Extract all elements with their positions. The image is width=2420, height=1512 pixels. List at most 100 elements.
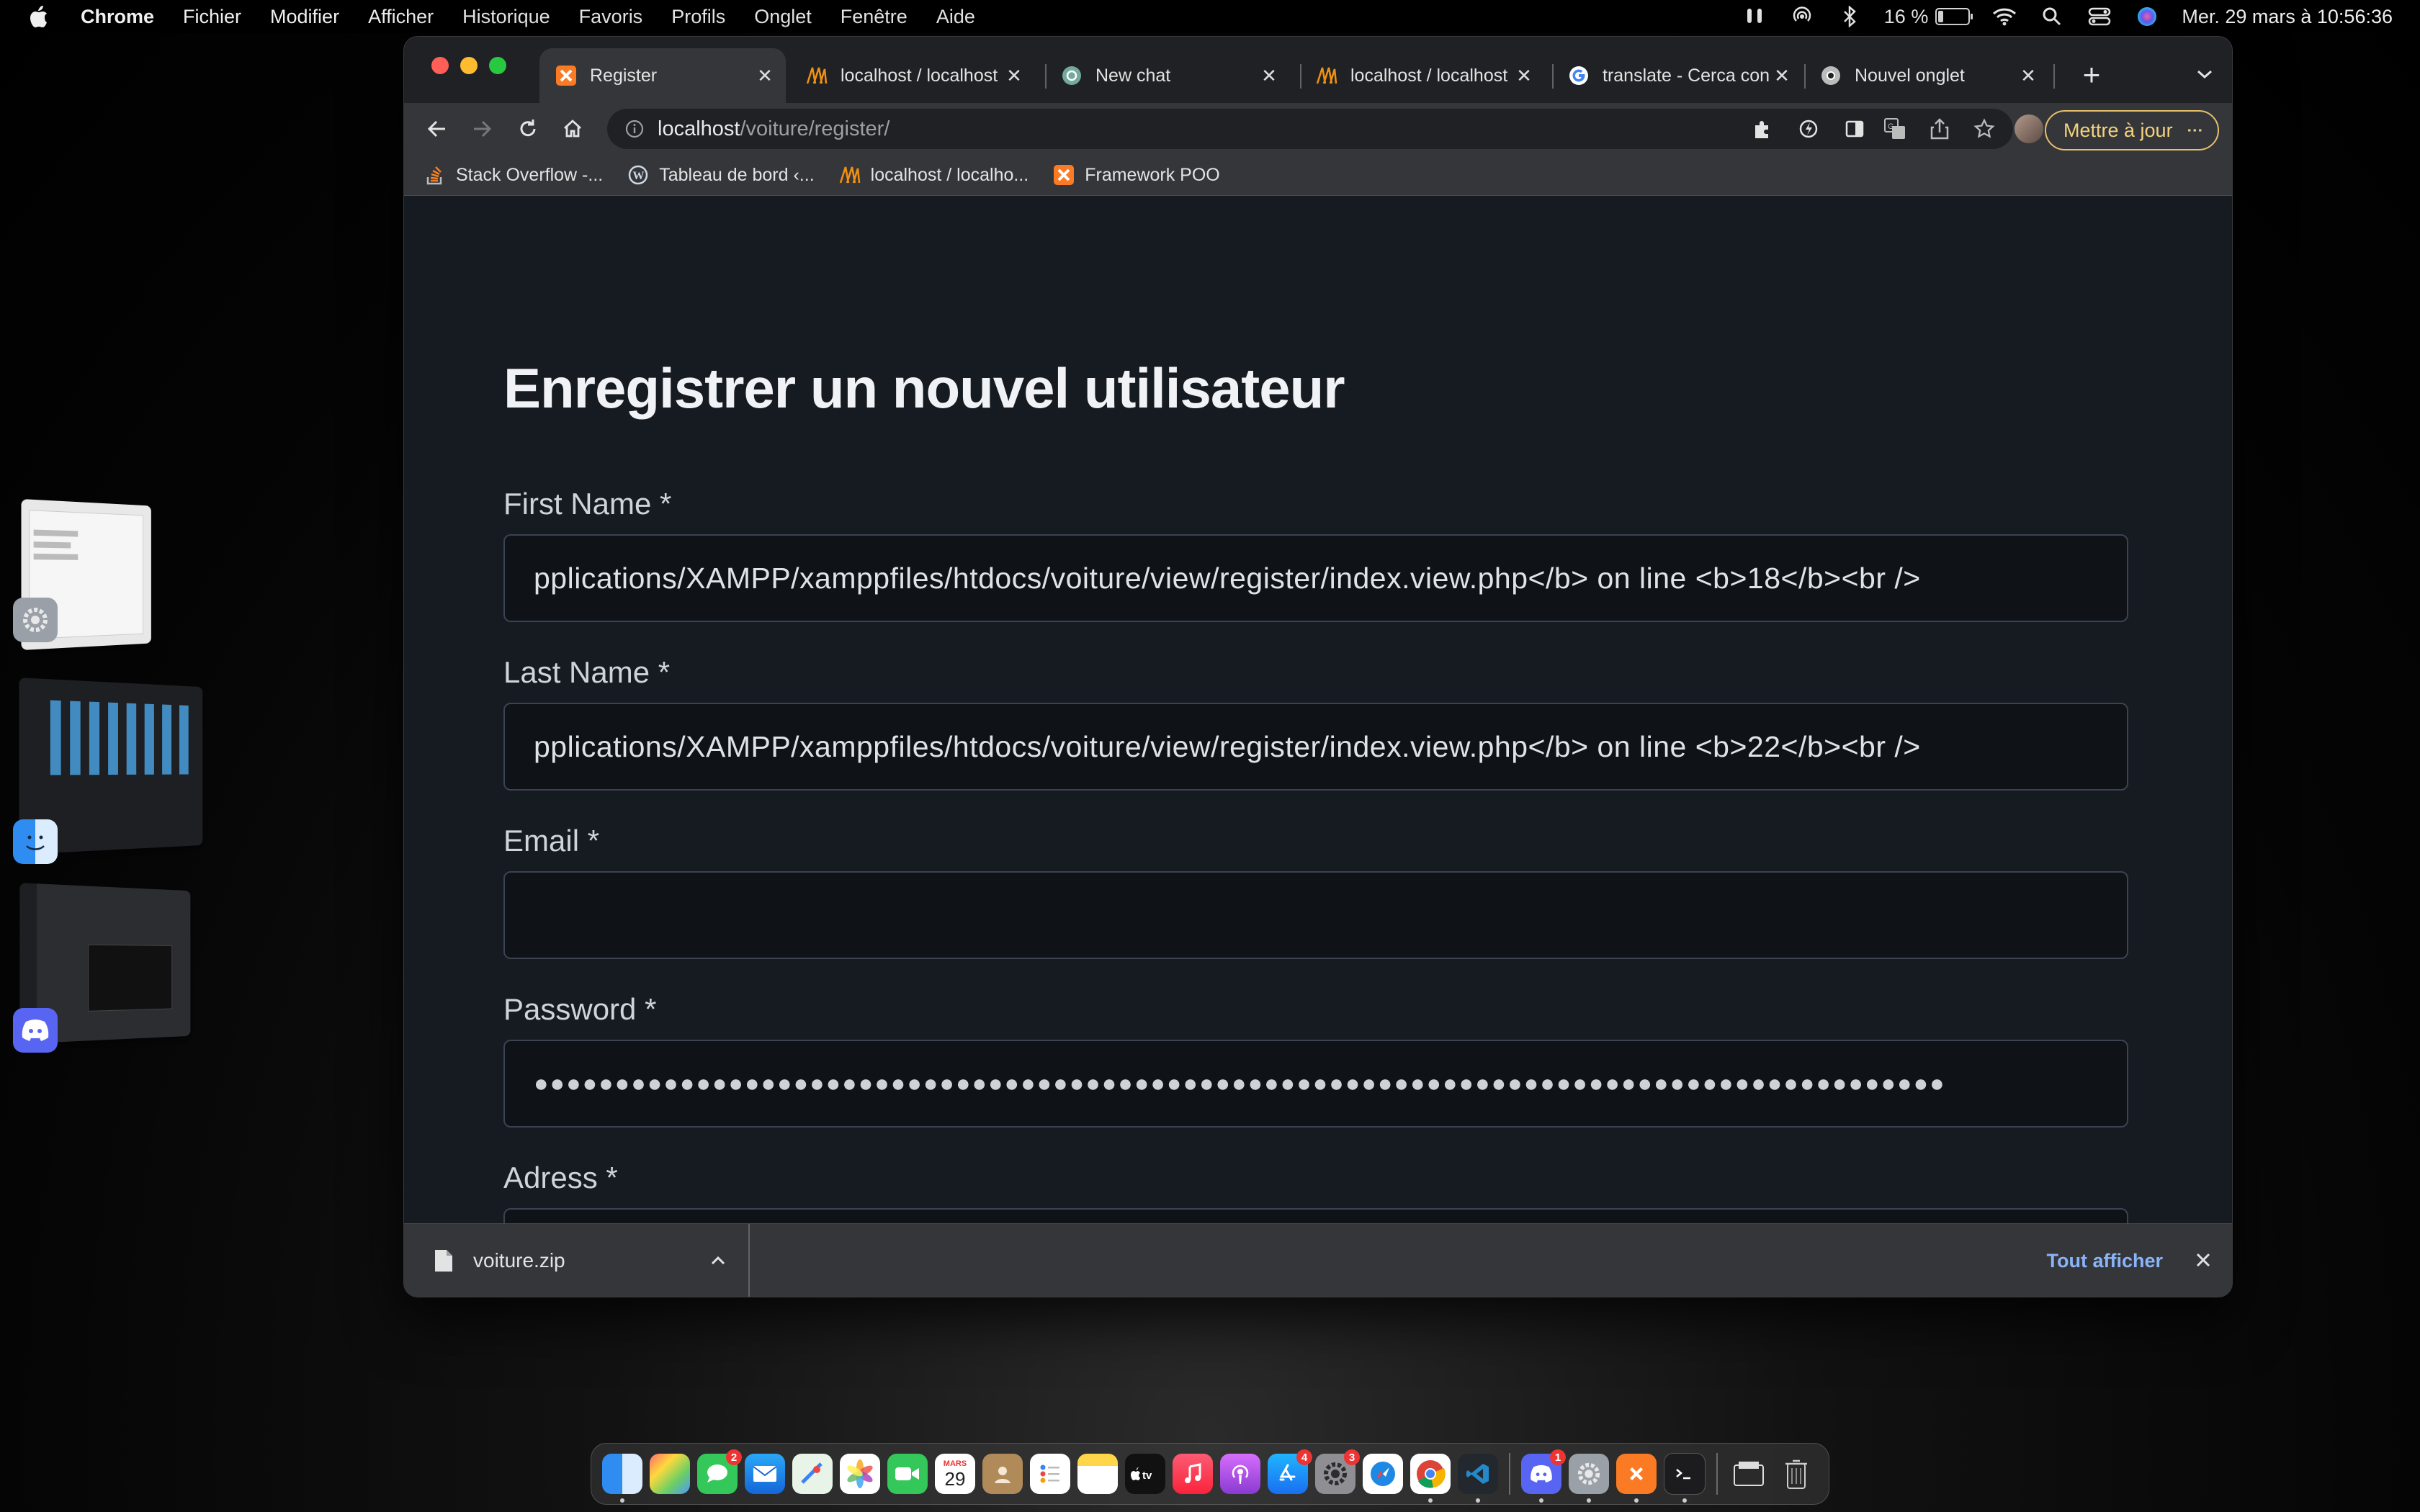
profile-avatar[interactable]	[2015, 114, 2043, 143]
close-window-button[interactable]	[431, 57, 449, 74]
tab-close-icon[interactable]: ✕	[1771, 65, 1793, 86]
menu-profils[interactable]: Profils	[671, 6, 725, 28]
calendar-dock-icon[interactable]: MARS 29	[935, 1454, 975, 1494]
bookmark-wordpress[interactable]: W Tableau de bord ‹...	[627, 164, 814, 186]
facetime-dock-icon[interactable]	[887, 1454, 928, 1494]
svg-text:tv: tv	[1142, 1470, 1152, 1482]
menu-onglet[interactable]: Onglet	[754, 6, 812, 28]
app-store-dock-icon[interactable]: 4	[1268, 1454, 1308, 1494]
site-info-icon[interactable]	[623, 117, 646, 140]
airpods-icon[interactable]	[1742, 6, 1767, 27]
tab-label: localhost / localhost	[841, 66, 1003, 86]
tab-new-chat[interactable]: New chat ✕	[1045, 48, 1290, 103]
page-viewport: Enregistrer un nouvel utilisateur First …	[404, 196, 2232, 1256]
spotlight-search-icon[interactable]	[2039, 6, 2065, 27]
maps-dock-icon[interactable]	[792, 1454, 833, 1494]
downloads-folder-dock-icon[interactable]	[1729, 1454, 1769, 1494]
control-center-icon[interactable]	[2087, 6, 2112, 27]
chrome-menu-icon[interactable]: ⋮	[2186, 122, 2205, 138]
address-label: Adress *	[503, 1161, 618, 1195]
system-settings-app-icon	[13, 598, 58, 642]
tab-phpmyadmin-2[interactable]: localhost / localhost ✕	[1300, 48, 1545, 103]
share-icon[interactable]	[1925, 114, 1954, 143]
xampp-dock-icon[interactable]	[1616, 1454, 1657, 1494]
finder-dock-icon[interactable]	[602, 1454, 642, 1494]
chrome-dock-icon[interactable]	[1410, 1454, 1451, 1494]
zoom-window-button[interactable]	[489, 57, 506, 74]
home-button[interactable]	[555, 112, 590, 146]
menu-fichier[interactable]: Fichier	[183, 6, 241, 28]
reminders-dock-icon[interactable]	[1030, 1454, 1070, 1494]
update-chrome-button[interactable]: Mettre à jour ⋮	[2045, 110, 2219, 150]
menu-historique[interactable]: Historique	[462, 6, 550, 28]
notes-dock-icon[interactable]	[1077, 1454, 1118, 1494]
menu-fenetre[interactable]: Fenêtre	[841, 6, 908, 28]
battery-indicator[interactable]: 16 %	[1884, 6, 1971, 28]
performance-icon[interactable]	[1791, 112, 1826, 146]
safari-dock-icon[interactable]	[1363, 1454, 1403, 1494]
wifi-icon[interactable]	[1991, 6, 2017, 27]
first-name-input[interactable]: pplications/XAMPP/xamppfiles/htdocs/voit…	[503, 534, 2128, 622]
vscode-dock-icon[interactable]	[1458, 1454, 1498, 1494]
menu-favoris[interactable]: Favoris	[579, 6, 643, 28]
menu-bar: Chrome Fichier Modifier Afficher Histori…	[0, 0, 2420, 33]
menu-modifier[interactable]: Modifier	[270, 6, 339, 28]
launchpad-dock-icon[interactable]	[650, 1454, 690, 1494]
tab-google-translate[interactable]: translate - Cerca con ✕	[1552, 48, 1803, 103]
tab-close-icon[interactable]: ✕	[1003, 65, 1025, 86]
bookmark-framework-poo[interactable]: Framework POO	[1053, 164, 1220, 186]
chevron-up-icon[interactable]	[705, 1248, 731, 1274]
photos-dock-icon[interactable]	[840, 1454, 880, 1494]
minimize-window-button[interactable]	[460, 57, 478, 74]
settings-badge: 3	[1344, 1449, 1360, 1465]
side-panel-icon[interactable]	[1837, 112, 1872, 146]
tab-phpmyadmin-1[interactable]: localhost / localhost ✕	[790, 48, 1035, 103]
tab-close-icon[interactable]: ✕	[2017, 65, 2039, 86]
tab-close-icon[interactable]: ✕	[1258, 65, 1280, 86]
menu-afficher[interactable]: Afficher	[368, 6, 434, 28]
battery-percent: 16 %	[1884, 6, 1929, 28]
show-all-downloads-button[interactable]: Tout afficher	[2035, 1236, 2175, 1286]
discord-dock-icon[interactable]: 1	[1521, 1454, 1561, 1494]
menu-clock[interactable]: Mer. 29 mars à 10:56:36	[2182, 6, 2393, 28]
new-tab-button[interactable]: +	[2074, 57, 2110, 93]
bluetooth-icon[interactable]	[1837, 6, 1863, 27]
airdrop-icon[interactable]	[1789, 6, 1815, 27]
messages-dock-icon[interactable]: 2	[697, 1454, 738, 1494]
url-path: /voiture/register/	[740, 117, 889, 141]
music-dock-icon[interactable]	[1173, 1454, 1213, 1494]
tab-register[interactable]: Register ✕	[539, 48, 786, 103]
download-filename: voiture.zip	[473, 1249, 705, 1272]
terminal-dock-icon[interactable]	[1664, 1453, 1706, 1495]
email-input[interactable]	[503, 871, 2128, 959]
tab-close-icon[interactable]: ✕	[1513, 65, 1535, 86]
settings-running-dock-icon[interactable]	[1569, 1454, 1609, 1494]
translate-page-icon[interactable]: G	[1881, 114, 1909, 143]
contacts-dock-icon[interactable]	[982, 1454, 1023, 1494]
password-input[interactable]: ●●●●●●●●●●●●●●●●●●●●●●●●●●●●●●●●●●●●●●●●…	[503, 1040, 2128, 1128]
siri-icon[interactable]	[2134, 6, 2160, 27]
apple-menu-icon[interactable]	[27, 5, 50, 28]
tab-nouvel-onglet[interactable]: Nouvel onglet ✕	[1804, 48, 2049, 103]
bookmark-stackoverflow[interactable]: Stack Overflow -...	[424, 164, 603, 186]
download-item[interactable]: voiture.zip	[404, 1224, 750, 1297]
mail-dock-icon[interactable]	[745, 1454, 785, 1494]
menu-aide[interactable]: Aide	[936, 6, 975, 28]
system-settings-dock-icon[interactable]: 3	[1315, 1454, 1355, 1494]
bookmark-star-icon[interactable]	[1970, 114, 1999, 143]
menu-app-name[interactable]: Chrome	[81, 6, 154, 28]
tab-label: Register	[590, 66, 754, 86]
phpmyadmin-icon	[839, 164, 861, 186]
trash-dock-icon[interactable]	[1776, 1454, 1816, 1494]
extensions-icon[interactable]	[1745, 112, 1780, 146]
tab-close-icon[interactable]: ✕	[754, 65, 776, 86]
apple-tv-dock-icon[interactable]: tv	[1125, 1454, 1165, 1494]
reload-button[interactable]	[511, 112, 545, 146]
close-download-bar-icon[interactable]	[2189, 1246, 2218, 1274]
forward-button[interactable]	[465, 112, 499, 146]
tab-search-chevron-icon[interactable]	[2189, 58, 2220, 90]
back-button[interactable]	[420, 112, 454, 146]
podcasts-dock-icon[interactable]	[1220, 1454, 1260, 1494]
last-name-input[interactable]: pplications/XAMPP/xamppfiles/htdocs/voit…	[503, 703, 2128, 791]
bookmark-phpmyadmin[interactable]: localhost / localho...	[839, 164, 1029, 186]
